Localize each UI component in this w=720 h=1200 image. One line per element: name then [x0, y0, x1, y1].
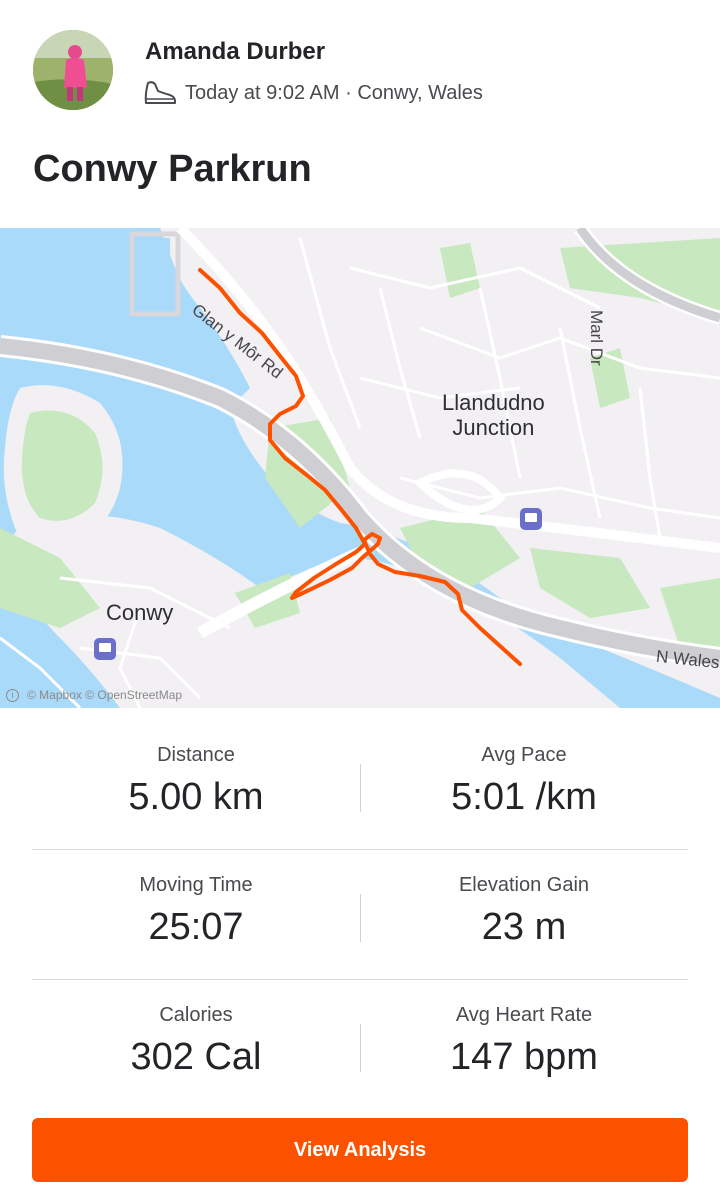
stat-avg-pace: Avg Pace 5:01 /km — [360, 720, 688, 850]
stat-label: Distance — [157, 744, 235, 766]
stat-row: Moving Time 25:07 Elevation Gain 23 m — [32, 850, 688, 980]
stat-value: 5.00 km — [128, 776, 264, 818]
stat-moving-time: Moving Time 25:07 — [32, 850, 360, 980]
stat-row: Calories 302 Cal Avg Heart Rate 147 bpm — [32, 980, 688, 1110]
route-map[interactable]: Llandudno Junction Conwy Glan y Môr Rd M… — [0, 228, 720, 708]
stat-avg-heart-rate: Avg Heart Rate 147 bpm — [360, 980, 688, 1110]
attribution-text: © Mapbox © OpenStreetMap — [27, 688, 183, 702]
map-label-conwy: Conwy — [106, 600, 174, 625]
shoe-icon — [143, 80, 177, 106]
activity-header: Amanda Durber Today at 9:02 AM · Conwy, … — [0, 0, 720, 225]
view-analysis-button[interactable]: View Analysis — [32, 1118, 688, 1182]
map-attribution[interactable]: i © Mapbox © OpenStreetMap — [6, 688, 182, 702]
athlete-name[interactable]: Amanda Durber — [145, 38, 325, 66]
stat-value: 5:01 /km — [451, 776, 597, 818]
train-icon — [520, 508, 542, 530]
stat-value: 302 Cal — [130, 1036, 262, 1078]
stat-calories: Calories 302 Cal — [32, 980, 360, 1110]
stats-grid: Distance 5.00 km Avg Pace 5:01 /km Movin… — [32, 720, 688, 1110]
stat-label: Calories — [159, 1004, 233, 1026]
stat-value: 23 m — [481, 906, 567, 948]
stat-value: 147 bpm — [450, 1036, 598, 1078]
stat-label: Elevation Gain — [458, 874, 590, 896]
stat-value: 25:07 — [148, 906, 244, 948]
info-icon[interactable]: i — [6, 688, 19, 702]
stat-label: Avg Heart Rate — [455, 1004, 593, 1026]
activity-meta: Today at 9:02 AM · Conwy, Wales — [143, 78, 483, 108]
map-label-text: Llandudno Junction — [442, 390, 545, 441]
map-label-road: Marl Dr — [587, 310, 606, 366]
map-canvas — [0, 228, 720, 708]
map-label-llandudno-junction: Llandudno Junction — [442, 390, 545, 441]
stat-distance: Distance 5.00 km — [32, 720, 360, 850]
activity-title[interactable]: Conwy Parkrun — [33, 148, 312, 191]
activity-meta-text: Today at 9:02 AM · Conwy, Wales — [185, 81, 483, 104]
avatar[interactable] — [33, 30, 113, 110]
train-icon — [94, 638, 116, 660]
stat-label: Moving Time — [139, 874, 253, 896]
stat-label: Avg Pace — [481, 744, 567, 766]
stat-row: Distance 5.00 km Avg Pace 5:01 /km — [32, 720, 688, 850]
stat-elevation-gain: Elevation Gain 23 m — [360, 850, 688, 980]
avatar-photo — [33, 30, 113, 110]
